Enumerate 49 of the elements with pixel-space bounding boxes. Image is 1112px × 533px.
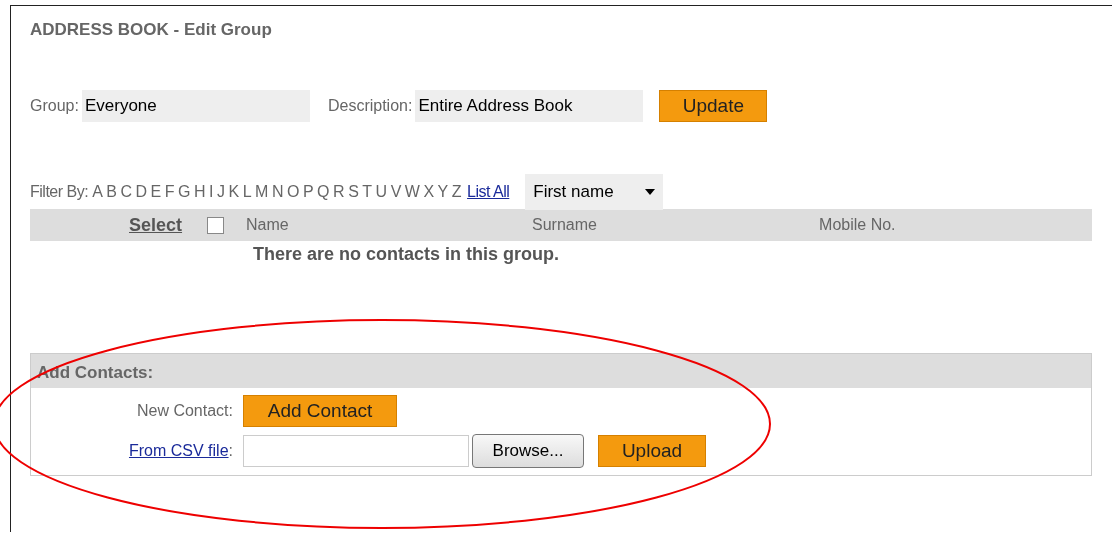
filter-letter[interactable]: X — [423, 183, 434, 201]
browse-button[interactable]: Browse... — [472, 434, 584, 468]
filter-letter[interactable]: C — [120, 183, 132, 201]
filter-label: Filter By: — [30, 183, 89, 201]
filter-letter[interactable]: V — [390, 183, 401, 201]
filter-letter[interactable]: W — [404, 183, 420, 201]
filter-letter[interactable]: N — [271, 183, 283, 201]
column-header: Surname — [532, 216, 598, 234]
filter-letter[interactable]: Z — [451, 183, 462, 201]
filter-letter[interactable]: Y — [437, 183, 448, 201]
filter-letter[interactable]: L — [242, 183, 252, 201]
page-title: ADDRESS BOOK - Edit Group — [30, 20, 273, 40]
column-header: Mobile No. — [819, 216, 896, 234]
filter-letter[interactable]: R — [333, 183, 345, 201]
sort-dropdown[interactable]: First name — [525, 174, 664, 210]
filter-letter[interactable]: T — [362, 183, 372, 201]
filter-letter[interactable]: F — [164, 183, 175, 201]
filter-letter[interactable]: A — [92, 183, 103, 201]
file-field[interactable] — [243, 435, 469, 467]
description-field[interactable]: Entire Address Book — [415, 90, 644, 122]
filter-letter[interactable]: D — [135, 183, 147, 201]
select-all-checkbox[interactable] — [207, 216, 225, 234]
filter-letter[interactable]: K — [228, 183, 239, 201]
group-label: Group: — [30, 97, 79, 115]
new-contact-label: New Contact: — [135, 402, 233, 420]
filter-letter[interactable]: S — [348, 183, 359, 201]
filter-letter[interactable]: Q — [317, 183, 330, 201]
filter-letter[interactable]: H — [194, 183, 206, 201]
filter-letter[interactable]: E — [150, 183, 161, 201]
filter-letter[interactable]: P — [302, 183, 314, 201]
add-contact-button[interactable]: Add Contact — [243, 395, 397, 427]
description-label: Description: — [327, 97, 413, 115]
update-button[interactable]: Update — [659, 90, 768, 122]
csv-link[interactable]: From CSV file — [128, 442, 229, 459]
list-all-link[interactable]: List All — [467, 183, 510, 201]
filter-letter[interactable]: B — [106, 183, 117, 201]
filter-letter[interactable]: U — [375, 183, 387, 201]
column-header: Name — [246, 216, 290, 234]
select-link[interactable]: Select — [129, 214, 183, 236]
empty-message: There are no contacts in this group. — [253, 244, 561, 265]
filter-letter[interactable]: J — [217, 183, 225, 201]
filter-letter[interactable]: M — [255, 183, 268, 201]
filter-letter[interactable]: G — [178, 183, 190, 201]
caret-icon — [645, 189, 656, 195]
colon-text: : — [228, 442, 233, 459]
upload-button[interactable]: Upload — [598, 435, 706, 467]
filter-letter[interactable]: O — [287, 183, 299, 201]
group-field[interactable]: Everyone — [81, 90, 310, 122]
filter-letter[interactable]: I — [209, 183, 213, 201]
